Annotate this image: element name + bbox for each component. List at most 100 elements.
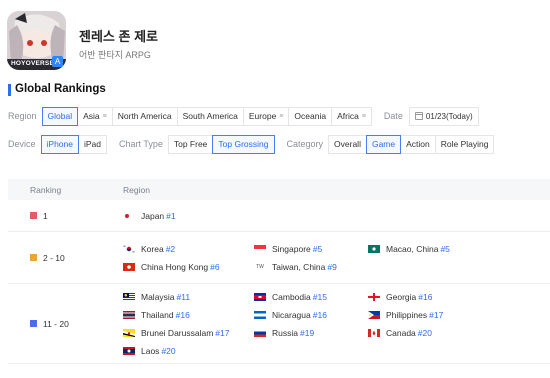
region-item-thailand[interactable]: Thailand #16 [123,306,254,324]
region-rank[interactable]: #1 [166,211,175,221]
region-option-europe[interactable]: Europe ≡ [242,106,290,126]
region-option-south-america[interactable]: South America [176,106,244,126]
flag-my-icon [123,292,135,301]
region-item-laos[interactable]: Laos #20 [123,342,254,360]
region-option-oceania[interactable]: Oceania [288,106,333,126]
region-rank[interactable]: #17 [215,328,229,338]
region-option-asia[interactable]: Asia ≡ [77,106,113,126]
flag-bn-icon [123,328,135,337]
date-value: 01/23(Today) [425,111,473,121]
flag-hk-icon [123,262,135,271]
region-rank[interactable]: #20 [418,328,432,338]
region-option-north-america[interactable]: North America [111,106,178,126]
device-option-iphone[interactable]: iPhone [40,134,79,154]
rank-range-label: 1 [43,210,48,221]
chart-type-option-top-free[interactable]: Top Free [167,134,214,154]
region-option-africa[interactable]: Africa ≡ [331,106,372,126]
region-options: Global Asia ≡ North America South America Eur… [41,106,372,126]
chart-type-label: Chart Type [119,139,163,149]
flag-sg-icon [254,244,266,253]
region-item-canada[interactable]: Canada #20 [368,324,498,342]
flag-ge-icon [368,292,380,301]
category-option-overall[interactable]: Overall [328,134,367,154]
region-list: Korea #2 Singapore #5 Macao, China #5 China Ho… [123,232,550,283]
flag-kh-icon [254,292,266,301]
region-option-global[interactable]: Global [41,106,79,126]
region-item-nicaragua[interactable]: Nicaragua #16 [254,306,368,324]
rank-color-marker [30,320,37,327]
region-rank[interactable]: #15 [313,292,327,302]
region-name: Japan [141,210,165,221]
region-name: Laos [141,345,160,356]
table-row: 11 - 20 Malaysia #11 Cambodia #15 Georgia #16 T… [8,284,550,364]
region-item-georgia[interactable]: Georgia #16 [368,288,498,306]
region-item-china-hong-kong[interactable]: China Hong Kong #6 [123,258,254,276]
region-rank[interactable]: #19 [300,328,314,338]
category-option-label: Game [371,139,396,149]
region-item-korea[interactable]: Korea #2 [123,240,254,258]
app-name: 젠레스 존 제로 [79,29,158,44]
region-rank[interactable]: #2 [166,244,175,254]
rank-range-label: 2 - 10 [43,252,65,263]
region-rank[interactable]: #20 [161,346,175,356]
region-item-philippines[interactable]: Philippines #17 [368,306,498,324]
date-picker[interactable]: 01/23(Today) [408,106,479,126]
region-name: Georgia [386,291,417,302]
region-item-japan[interactable]: Japan #1 [123,207,254,225]
region-item-brunei-darussalam[interactable]: Brunei Darussalam #17 [123,324,254,342]
region-name: Macao, China [386,243,439,254]
region-item-cambodia[interactable]: Cambodia #15 [254,288,368,306]
publisher-logo-text: HOYOVERSE [11,60,54,67]
submenu-icon: ≡ [279,112,284,120]
region-name: Thailand [141,309,174,320]
region-rank[interactable]: #16 [176,310,190,320]
region-item-singapore[interactable]: Singapore #5 [254,240,368,258]
flag-ph-icon [368,310,380,319]
region-rank[interactable]: #6 [210,262,219,272]
submenu-icon: ≡ [102,112,107,120]
app-subtitle: 어반 판타지 ARPG [79,50,151,60]
region-option-label: North America [117,111,172,121]
flag-kr-icon [123,244,135,253]
region-option-label: Europe [248,111,277,121]
category-option-label: Action [406,139,430,149]
flag-la-icon [123,346,135,355]
region-item-taiwan-china[interactable]: TW Taiwan, China #9 [254,258,368,276]
table-row: 2 - 10 Korea #2 Singapore #5 Macao, China #5 Ch… [8,232,550,284]
region-rank[interactable]: #11 [177,292,191,302]
region-name: Brunei Darussalam [141,327,214,338]
region-name: Taiwan, China [272,261,326,272]
calendar-icon [414,112,423,120]
submenu-icon: ≡ [361,112,366,120]
table-header: Ranking Region [8,179,550,200]
region-list: Malaysia #11 Cambodia #15 Georgia #16 Thailand… [123,284,550,363]
region-rank[interactable]: #9 [327,262,336,272]
region-rank[interactable]: #16 [313,310,327,320]
flag-th-icon [123,310,135,319]
category-option-action[interactable]: Action [400,134,436,154]
region-label: Region [8,111,37,121]
table-body: 1 Japan #1 2 - 10 Korea #2 Singapore #5 Macao, C… [8,200,550,364]
region-name: Philippines [386,309,428,320]
region-column-header: Region [123,184,150,195]
flag-ca-icon [368,328,380,337]
chart-type-options: Top Free Top Grossing [167,134,275,154]
app-icon[interactable]: HOYOVERSE A [7,11,66,70]
region-rank[interactable]: #5 [440,244,449,254]
region-item-malaysia[interactable]: Malaysia #11 [123,288,254,306]
region-rank[interactable]: #17 [429,310,443,320]
category-option-role-playing[interactable]: Role Playing [434,134,495,154]
rank-color-marker [30,254,37,261]
region-rank[interactable]: #16 [418,292,432,302]
app-store-icon: A [52,56,63,67]
device-option-ipad[interactable]: iPad [77,134,107,154]
flag-jp-icon [123,211,135,220]
device-options: iPhone iPad [40,134,107,154]
region-item-russia[interactable]: Russia #19 [254,324,368,342]
chart-type-option-label: Top Free [173,139,208,149]
region-item-macao-china[interactable]: Macao, China #5 [368,240,498,258]
category-option-game[interactable]: Game [365,134,402,154]
region-rank[interactable]: #5 [313,244,322,254]
chart-type-option-top-grossing[interactable]: Top Grossing [212,134,275,154]
region-name: Cambodia [272,291,311,302]
